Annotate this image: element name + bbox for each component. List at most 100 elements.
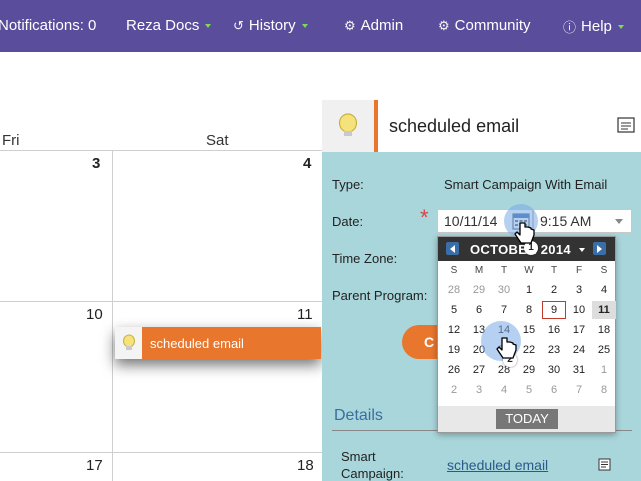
admin-menu[interactable]: ⚙ Admin — [344, 17, 403, 34]
date-cell-17[interactable]: 17 — [86, 457, 103, 474]
docs-menu[interactable]: Reza Docs — [126, 17, 212, 34]
date-label: Date: — [332, 214, 364, 229]
history-menu[interactable]: ↺ History — [233, 17, 308, 34]
row-divider — [0, 301, 322, 302]
date-cell-11[interactable]: 11 — [297, 306, 313, 323]
picker-day[interactable]: 26 — [442, 361, 466, 379]
date-picker-popup: OCTOBER 2014 TODAY S M T W T F S 28 29 30 1 2 3 4 5 6 7 8… — [437, 236, 616, 433]
chevron-down-icon — [615, 219, 623, 224]
parent-program-label: Parent Program: — [332, 288, 428, 303]
picker-day[interactable]: 2 — [542, 281, 566, 299]
picker-day[interactable]: 6 — [542, 381, 566, 399]
weekday-header: T — [500, 265, 508, 276]
chevron-down-icon — [579, 248, 585, 252]
picker-day[interactable]: 11 — [592, 301, 616, 319]
event-label: scheduled email — [150, 335, 244, 351]
panel-header: scheduled email — [322, 100, 641, 152]
weekday-header: W — [524, 265, 534, 276]
picker-day[interactable]: 5 — [517, 381, 541, 399]
picker-day[interactable]: 4 — [592, 281, 616, 299]
today-button[interactable]: TODAY — [496, 409, 558, 429]
picker-day[interactable]: 27 — [467, 361, 491, 379]
hand-cursor-icon — [496, 337, 517, 359]
lightbulb-icon — [322, 100, 374, 152]
document-icon[interactable] — [617, 116, 635, 134]
chevron-down-icon — [617, 25, 624, 29]
column-divider — [112, 151, 113, 481]
community-menu[interactable]: ⚙ Community — [438, 17, 531, 34]
picker-day[interactable]: 3 — [567, 281, 591, 299]
picker-day[interactable]: 7 — [567, 381, 591, 399]
picker-day[interactable]: 10 — [567, 301, 591, 319]
date-cell-10[interactable]: 10 — [86, 306, 103, 323]
type-value: Smart Campaign With Email — [444, 177, 608, 192]
picker-day[interactable]: 4 — [492, 381, 516, 399]
picker-day[interactable]: 2 — [442, 381, 466, 399]
weekday-header: F — [575, 265, 583, 276]
picker-day[interactable]: 5 — [442, 301, 466, 319]
smart-campaign-link[interactable]: scheduled email — [447, 457, 548, 473]
picker-day[interactable]: 17 — [567, 321, 591, 339]
day-header-sat: Sat — [206, 132, 229, 149]
previous-month-button[interactable] — [446, 242, 459, 255]
top-navigation-bar: Notifications: 0 Reza Docs ↺ History ⚙ A… — [0, 0, 641, 52]
history-icon: ↺ — [233, 17, 244, 33]
picker-day[interactable]: 1 — [517, 281, 541, 299]
picker-day[interactable]: 3 — [467, 381, 491, 399]
community-icon: ⚙ — [438, 17, 450, 33]
picker-day[interactable]: 24 — [567, 341, 591, 359]
picker-day[interactable]: 31 — [567, 361, 591, 379]
date-value: 10/11/14 — [444, 213, 498, 229]
picker-day[interactable]: 25 — [592, 341, 616, 359]
chevron-down-icon — [301, 24, 308, 28]
picker-day[interactable]: 8 — [592, 381, 616, 399]
picker-day[interactable]: 7 — [492, 301, 516, 319]
create-button-label: C — [424, 334, 435, 350]
picker-day[interactable]: 23 — [542, 341, 566, 359]
picker-day[interactable]: 28 — [442, 281, 466, 299]
weekday-header: S — [600, 265, 608, 276]
chevron-left-icon — [450, 244, 455, 253]
weekday-header: T — [550, 265, 558, 276]
row-divider — [0, 452, 322, 453]
picker-day[interactable]: 12 — [442, 321, 466, 339]
smart-label-line1: Smart — [341, 449, 376, 464]
picker-day[interactable]: 19 — [442, 341, 466, 359]
picker-day[interactable]: 8 — [517, 301, 541, 319]
day-header-fri: Fri — [2, 132, 20, 149]
lightbulb-icon — [115, 327, 142, 359]
picker-day[interactable]: 16 — [542, 321, 566, 339]
community-label: Community — [454, 17, 531, 34]
picker-day[interactable]: 30 — [492, 281, 516, 299]
picker-day[interactable]: 30 — [542, 361, 566, 379]
chevron-down-icon — [205, 24, 212, 28]
history-label: History — [248, 17, 296, 34]
date-cell-18[interactable]: 18 — [297, 457, 314, 474]
smart-campaign-label: Smart Campaign: — [341, 448, 404, 481]
panel-title: scheduled email — [389, 116, 520, 136]
picker-day[interactable]: 18 — [592, 321, 616, 339]
calendar-event-scheduled-email[interactable]: scheduled email — [115, 327, 321, 359]
picker-day[interactable]: 1 — [592, 361, 616, 379]
type-label: Type: — [332, 177, 364, 192]
help-menu[interactable]: ⓘ Help — [563, 17, 624, 36]
docs-label: Reza Docs — [126, 17, 200, 34]
date-cell-4[interactable]: 4 — [303, 155, 311, 172]
help-label: Help — [581, 18, 612, 35]
date-cell-3[interactable]: 3 — [92, 155, 100, 172]
document-icon[interactable] — [598, 458, 611, 471]
row-divider — [0, 150, 322, 151]
notifications-menu[interactable]: Notifications: 0 — [0, 17, 96, 34]
help-icon: ⓘ — [563, 20, 577, 35]
picker-day[interactable]: 6 — [467, 301, 491, 319]
details-heading: Details — [334, 407, 383, 424]
picker-day[interactable]: 29 — [467, 281, 491, 299]
timezone-label: Time Zone: — [332, 251, 398, 266]
accent-bar — [374, 100, 378, 152]
time-select[interactable]: 9:15 AM — [533, 209, 632, 233]
next-month-button[interactable] — [593, 242, 606, 255]
hand-cursor-icon — [514, 222, 535, 244]
picker-day[interactable]: 9 — [542, 301, 566, 319]
picker-day[interactable]: 29 — [517, 361, 541, 379]
notifications-label: Notifications: 0 — [0, 17, 97, 34]
